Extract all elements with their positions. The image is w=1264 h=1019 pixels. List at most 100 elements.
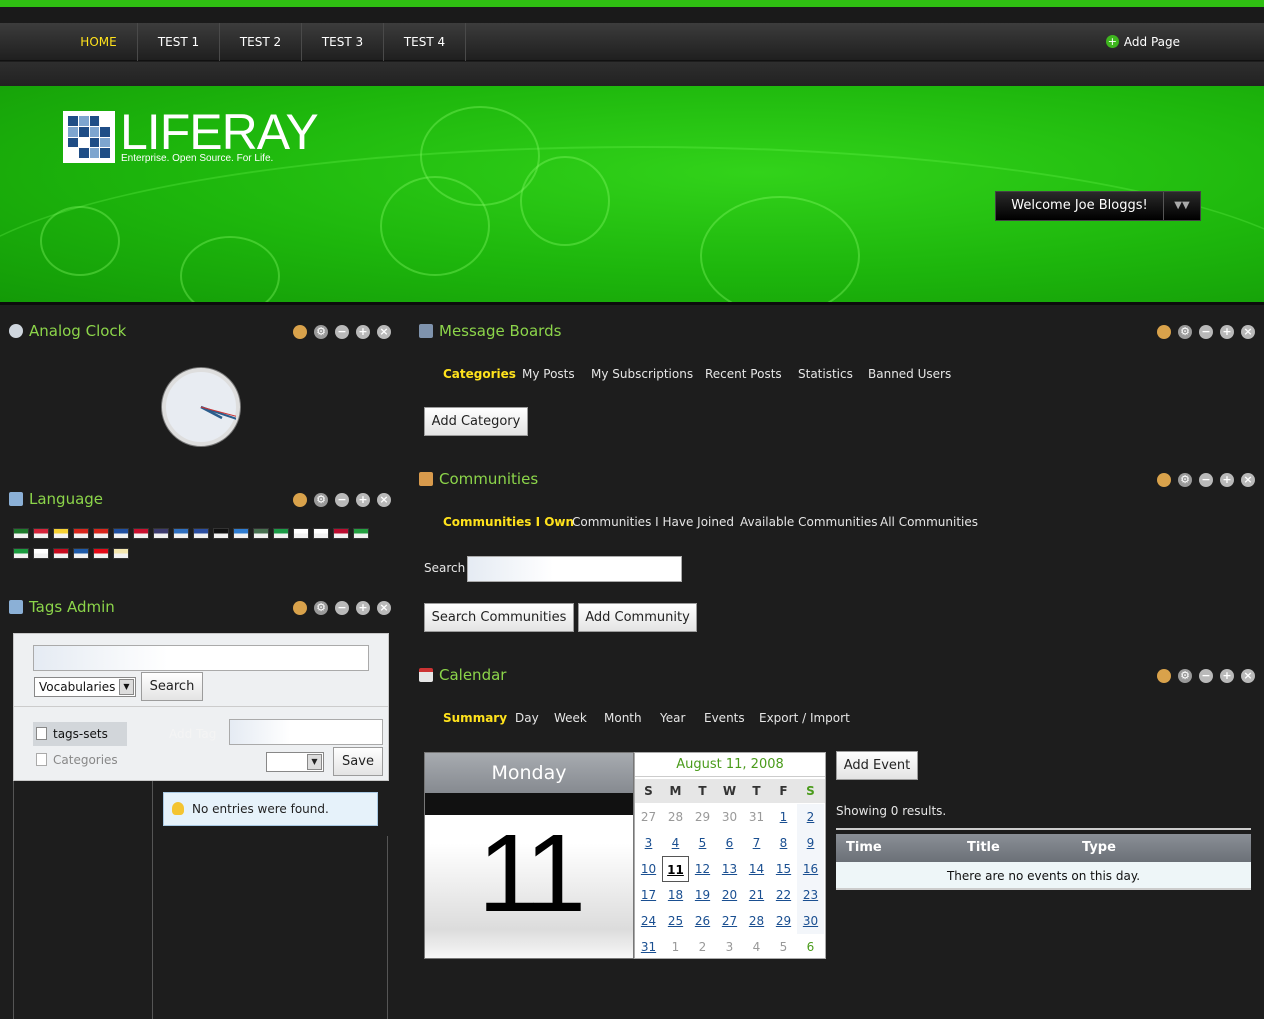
netherlands-flag[interactable] <box>133 528 149 539</box>
calendar-day[interactable]: 11 <box>662 856 689 882</box>
maximize-icon[interactable]: + <box>1220 473 1234 487</box>
configuration-icon[interactable]: ⚙ <box>1178 473 1192 487</box>
calendar-day[interactable]: 23 <box>797 882 824 908</box>
maximize-icon[interactable]: + <box>356 601 370 615</box>
column-title[interactable]: Title <box>967 834 1000 862</box>
maximize-icon[interactable]: + <box>1220 325 1234 339</box>
nav-test-2[interactable]: TEST 2 <box>220 23 302 61</box>
minimize-icon[interactable]: − <box>335 601 349 615</box>
calendar-day[interactable]: 6 <box>716 830 743 856</box>
tree-item-tags-sets[interactable]: tags-sets <box>33 722 127 746</box>
look-and-feel-icon[interactable] <box>293 325 307 339</box>
add-category-button[interactable]: Add Category <box>424 407 528 436</box>
tab-banned-users[interactable]: Banned Users <box>868 365 951 383</box>
calendar-day[interactable]: 9 <box>797 830 824 856</box>
calendar-day[interactable]: 14 <box>743 856 770 882</box>
finland-flag[interactable] <box>173 528 189 539</box>
saudi-arabia-flag[interactable] <box>13 528 29 539</box>
brazil-flag[interactable] <box>13 548 29 559</box>
tab-events[interactable]: Events <box>704 709 745 727</box>
calendar-day[interactable]: 12 <box>689 856 716 882</box>
turkey-flag[interactable] <box>93 548 109 559</box>
minimize-icon[interactable]: − <box>335 493 349 507</box>
japan-flag[interactable] <box>293 528 309 539</box>
tab-day[interactable]: Day <box>515 709 539 727</box>
iran-flag[interactable] <box>353 528 369 539</box>
vietnam-flag[interactable] <box>113 548 129 559</box>
calendar-day[interactable]: 21 <box>743 882 770 908</box>
catalan-andorra-flag[interactable] <box>33 528 49 539</box>
tab-summary[interactable]: Summary <box>443 709 507 727</box>
minimize-icon[interactable]: − <box>1199 669 1213 683</box>
italy-flag[interactable] <box>273 528 289 539</box>
tab-export-import[interactable]: Export / Import <box>759 709 850 727</box>
look-and-feel-icon[interactable] <box>293 493 307 507</box>
calendar-day[interactable]: 18 <box>662 882 689 908</box>
china-flag[interactable] <box>73 528 89 539</box>
communities-search-input[interactable] <box>467 556 682 582</box>
calendar-day[interactable]: 2 <box>797 804 824 830</box>
france-flag[interactable] <box>193 528 209 539</box>
hungary-flag[interactable] <box>253 528 269 539</box>
column-type[interactable]: Type <box>1082 834 1116 862</box>
calendar-day[interactable]: 26 <box>689 908 716 934</box>
catalonia-flag[interactable] <box>53 528 69 539</box>
configuration-icon[interactable]: ⚙ <box>314 601 328 615</box>
search-communities-button[interactable]: Search Communities <box>424 603 574 632</box>
calendar-day[interactable]: 1 <box>770 804 797 830</box>
tags-search-input[interactable] <box>33 645 369 671</box>
tab-recent-posts[interactable]: Recent Posts <box>705 365 782 383</box>
close-icon[interactable]: × <box>377 493 391 507</box>
minimize-icon[interactable]: − <box>1199 325 1213 339</box>
norway-flag[interactable] <box>333 528 349 539</box>
korea-flag[interactable] <box>313 528 329 539</box>
calendar-day[interactable]: 24 <box>635 908 662 934</box>
configuration-icon[interactable]: ⚙ <box>1178 669 1192 683</box>
calendar-day[interactable]: 13 <box>716 856 743 882</box>
tags-search-button[interactable]: Search <box>141 672 203 701</box>
calendar-day[interactable]: 30 <box>797 908 824 934</box>
calendar-day[interactable]: 7 <box>743 830 770 856</box>
germany-flag[interactable] <box>213 528 229 539</box>
close-icon[interactable]: × <box>377 601 391 615</box>
maximize-icon[interactable]: + <box>356 493 370 507</box>
look-and-feel-icon[interactable] <box>1157 325 1171 339</box>
close-icon[interactable]: × <box>1241 325 1255 339</box>
calendar-day[interactable]: 15 <box>770 856 797 882</box>
tab-my-subscriptions[interactable]: My Subscriptions <box>591 365 693 383</box>
look-and-feel-icon[interactable] <box>1157 473 1171 487</box>
tag-type-select[interactable]: ▼ <box>266 752 324 772</box>
nav-test-3[interactable]: TEST 3 <box>302 23 384 61</box>
tab-statistics[interactable]: Statistics <box>798 365 853 383</box>
nav-test-1[interactable]: TEST 1 <box>138 23 220 61</box>
calendar-day[interactable]: 28 <box>743 908 770 934</box>
minimize-icon[interactable]: − <box>1199 473 1213 487</box>
add-event-button[interactable]: Add Event <box>836 751 918 780</box>
close-icon[interactable]: × <box>1241 669 1255 683</box>
sweden-flag[interactable] <box>73 548 89 559</box>
calendar-day[interactable]: 20 <box>716 882 743 908</box>
calendar-day[interactable]: 8 <box>770 830 797 856</box>
calendar-day[interactable]: 25 <box>662 908 689 934</box>
close-icon[interactable]: × <box>1241 473 1255 487</box>
russia-flag[interactable] <box>33 548 49 559</box>
calendar-day[interactable]: 4 <box>662 830 689 856</box>
save-button[interactable]: Save <box>333 747 383 776</box>
tab-year[interactable]: Year <box>660 709 685 727</box>
calendar-day[interactable]: 19 <box>689 882 716 908</box>
calendar-day[interactable]: 27 <box>716 908 743 934</box>
tab-month[interactable]: Month <box>604 709 642 727</box>
minimize-icon[interactable]: − <box>335 325 349 339</box>
configuration-icon[interactable]: ⚙ <box>1178 325 1192 339</box>
nav-home[interactable]: HOME <box>60 23 138 61</box>
greece-flag[interactable] <box>233 528 249 539</box>
add-community-button[interactable]: Add Community <box>578 603 697 632</box>
tab-categories[interactable]: Categories <box>443 365 516 383</box>
welcome-message[interactable]: Welcome Joe Bloggs! <box>996 192 1164 220</box>
usa-flag[interactable] <box>153 528 169 539</box>
tab-communities-i-own[interactable]: Communities I Own <box>443 513 574 531</box>
close-icon[interactable]: × <box>377 325 391 339</box>
tab-week[interactable]: Week <box>554 709 587 727</box>
taiwan-flag[interactable] <box>93 528 109 539</box>
tab-all-communities[interactable]: All Communities <box>880 513 978 531</box>
